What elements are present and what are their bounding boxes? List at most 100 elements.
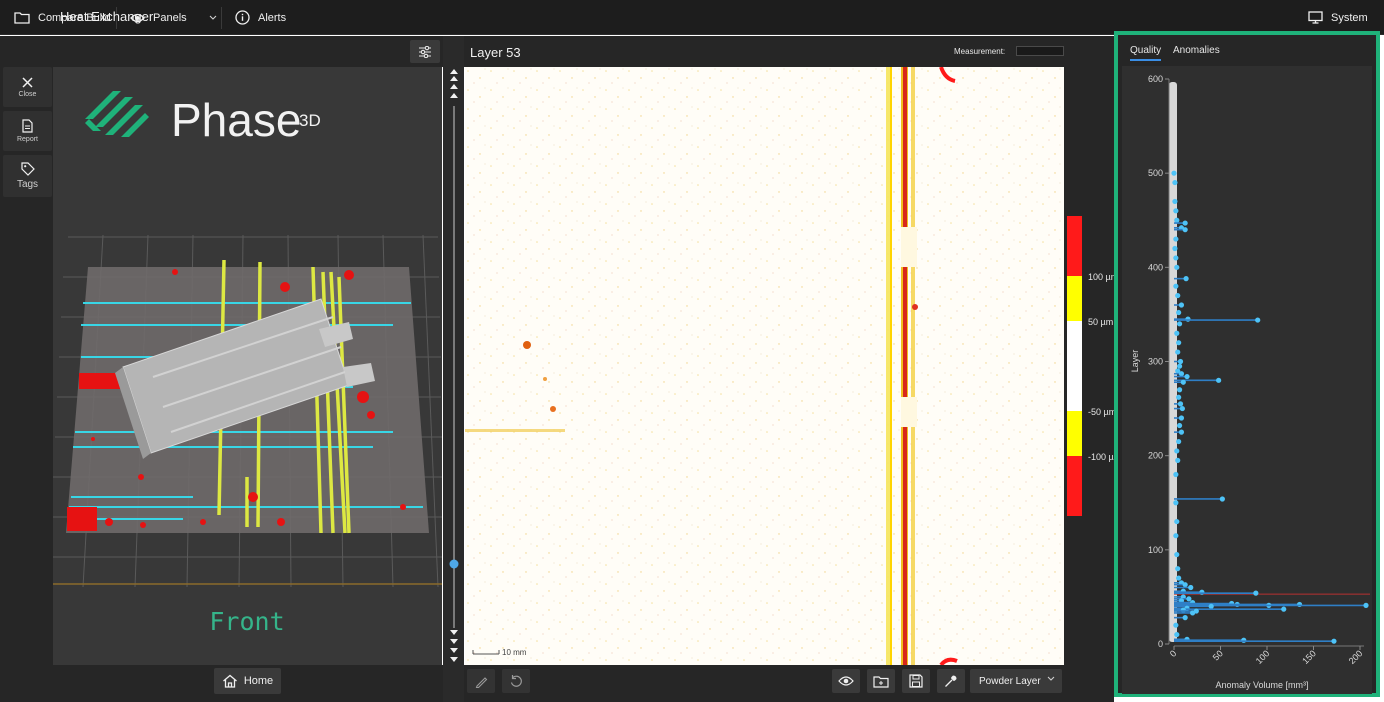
measurement-label: Measurement: xyxy=(954,47,1006,56)
data-point xyxy=(1179,405,1185,412)
sliders-icon xyxy=(419,45,431,58)
y-tick-label: 0 xyxy=(1158,639,1163,649)
data-point xyxy=(1176,394,1182,400)
info-icon xyxy=(235,10,250,25)
close-button[interactable]: Close xyxy=(3,67,52,107)
y-tick-label: 500 xyxy=(1148,168,1163,178)
data-point xyxy=(1173,533,1179,539)
eyedropper-icon xyxy=(945,675,957,687)
eyedropper-button[interactable] xyxy=(937,669,965,693)
data-point xyxy=(1183,276,1189,282)
data-point xyxy=(1173,208,1179,214)
data-point xyxy=(1172,245,1178,252)
data-point xyxy=(1174,448,1180,454)
pencil-icon xyxy=(475,676,487,688)
x-axis-label: Anomaly Volume [mm³] xyxy=(1215,680,1308,690)
data-point xyxy=(1178,302,1185,308)
save-button[interactable] xyxy=(902,669,930,693)
data-point xyxy=(1281,606,1287,612)
y-tick-label: 400 xyxy=(1148,262,1163,272)
tags-button[interactable]: Tags xyxy=(3,155,52,197)
layer-slider[interactable] xyxy=(443,36,464,702)
data-point xyxy=(1173,500,1179,506)
layer-type-dropdown[interactable]: Powder Layer xyxy=(970,669,1062,693)
data-point xyxy=(1180,379,1186,385)
data-point xyxy=(1174,330,1180,336)
close-label: Close xyxy=(18,90,37,98)
home-label: Home xyxy=(243,675,274,687)
data-point xyxy=(1173,255,1179,261)
data-point xyxy=(1255,317,1261,323)
data-point xyxy=(1296,601,1303,608)
data-point xyxy=(1174,551,1180,558)
data-point xyxy=(1184,373,1190,380)
y-tick-label: 100 xyxy=(1148,545,1163,555)
layer-slider-thumb[interactable] xyxy=(449,559,459,569)
y-axis-label: Layer xyxy=(1130,350,1140,373)
data-point xyxy=(1176,321,1183,327)
anomaly-volume-chart[interactable]: 0 100 200 300 400 500 600 0 50 100 150 200 Layer Anom… xyxy=(1122,66,1372,694)
layer-image-canvas[interactable]: 10 mm xyxy=(465,67,1064,665)
divider xyxy=(221,7,222,29)
close-icon xyxy=(22,76,33,88)
layer-type-value: Powder Layer xyxy=(979,675,1041,687)
left-panel-header xyxy=(0,36,443,67)
data-point xyxy=(1176,387,1183,393)
data-point xyxy=(1182,615,1188,621)
data-point xyxy=(1178,371,1185,377)
color-legend: 100 µm 50 µm -50 µm -100 µm xyxy=(1064,67,1121,665)
y-tick-label: 200 xyxy=(1148,451,1163,461)
undo-button[interactable] xyxy=(502,669,530,693)
data-point xyxy=(1182,227,1188,233)
data-point xyxy=(1174,264,1180,270)
data-point xyxy=(1175,292,1181,299)
phase3d-logo: Phase 3D xyxy=(85,91,321,146)
folder-icon xyxy=(873,675,889,688)
panels-label: Panels xyxy=(153,11,187,24)
3d-build-viewer[interactable]: Phase 3D Front xyxy=(53,67,442,665)
home-icon xyxy=(222,674,237,688)
data-point xyxy=(1253,590,1259,596)
jump-bottom-icon[interactable] xyxy=(450,630,458,662)
data-point xyxy=(1176,340,1182,346)
eye-icon xyxy=(838,676,854,686)
data-point xyxy=(1199,589,1205,595)
data-point xyxy=(1182,582,1188,588)
chevron-down-icon xyxy=(1047,676,1055,681)
alerts-button[interactable]: Alerts xyxy=(235,0,286,35)
data-point xyxy=(1178,415,1185,421)
open-folder-button[interactable] xyxy=(867,669,895,693)
report-icon xyxy=(22,119,33,133)
brand-name: Phase xyxy=(171,94,301,146)
y-tick-label: 300 xyxy=(1148,357,1163,367)
tab-quality[interactable]: Quality xyxy=(1130,45,1162,61)
data-point xyxy=(1208,603,1214,609)
data-point xyxy=(1175,349,1181,355)
home-view-button[interactable]: Home xyxy=(214,668,281,694)
visibility-button[interactable] xyxy=(832,669,860,693)
data-point xyxy=(1171,170,1177,176)
3d-scene: Phase 3D Front xyxy=(53,91,442,636)
tags-label: Tags xyxy=(16,179,39,190)
measure-tool-button[interactable] xyxy=(467,669,495,693)
data-point xyxy=(1190,610,1196,616)
data-point xyxy=(1241,637,1247,643)
x-tick-label: 200 xyxy=(1347,648,1365,666)
monitor-icon xyxy=(1308,11,1323,24)
tag-icon xyxy=(20,162,35,176)
x-tick-label: 100 xyxy=(1254,648,1272,666)
jump-top-icon[interactable] xyxy=(450,69,458,98)
tab-anomalies[interactable]: Anomalies xyxy=(1173,45,1220,56)
view-settings-button[interactable] xyxy=(410,40,440,63)
legend-label-50: 50 µm xyxy=(1088,317,1113,327)
data-point xyxy=(1216,377,1222,383)
system-button[interactable]: System xyxy=(1308,0,1368,35)
legend-label-neg50: -50 µm xyxy=(1088,407,1114,417)
data-point xyxy=(1173,622,1179,628)
data-point xyxy=(1186,596,1192,602)
report-label: Report xyxy=(16,136,38,143)
layer-image: 10 mm xyxy=(465,67,1064,665)
report-button[interactable]: Report xyxy=(3,111,52,151)
data-point xyxy=(1173,236,1179,242)
data-point xyxy=(1182,220,1188,226)
